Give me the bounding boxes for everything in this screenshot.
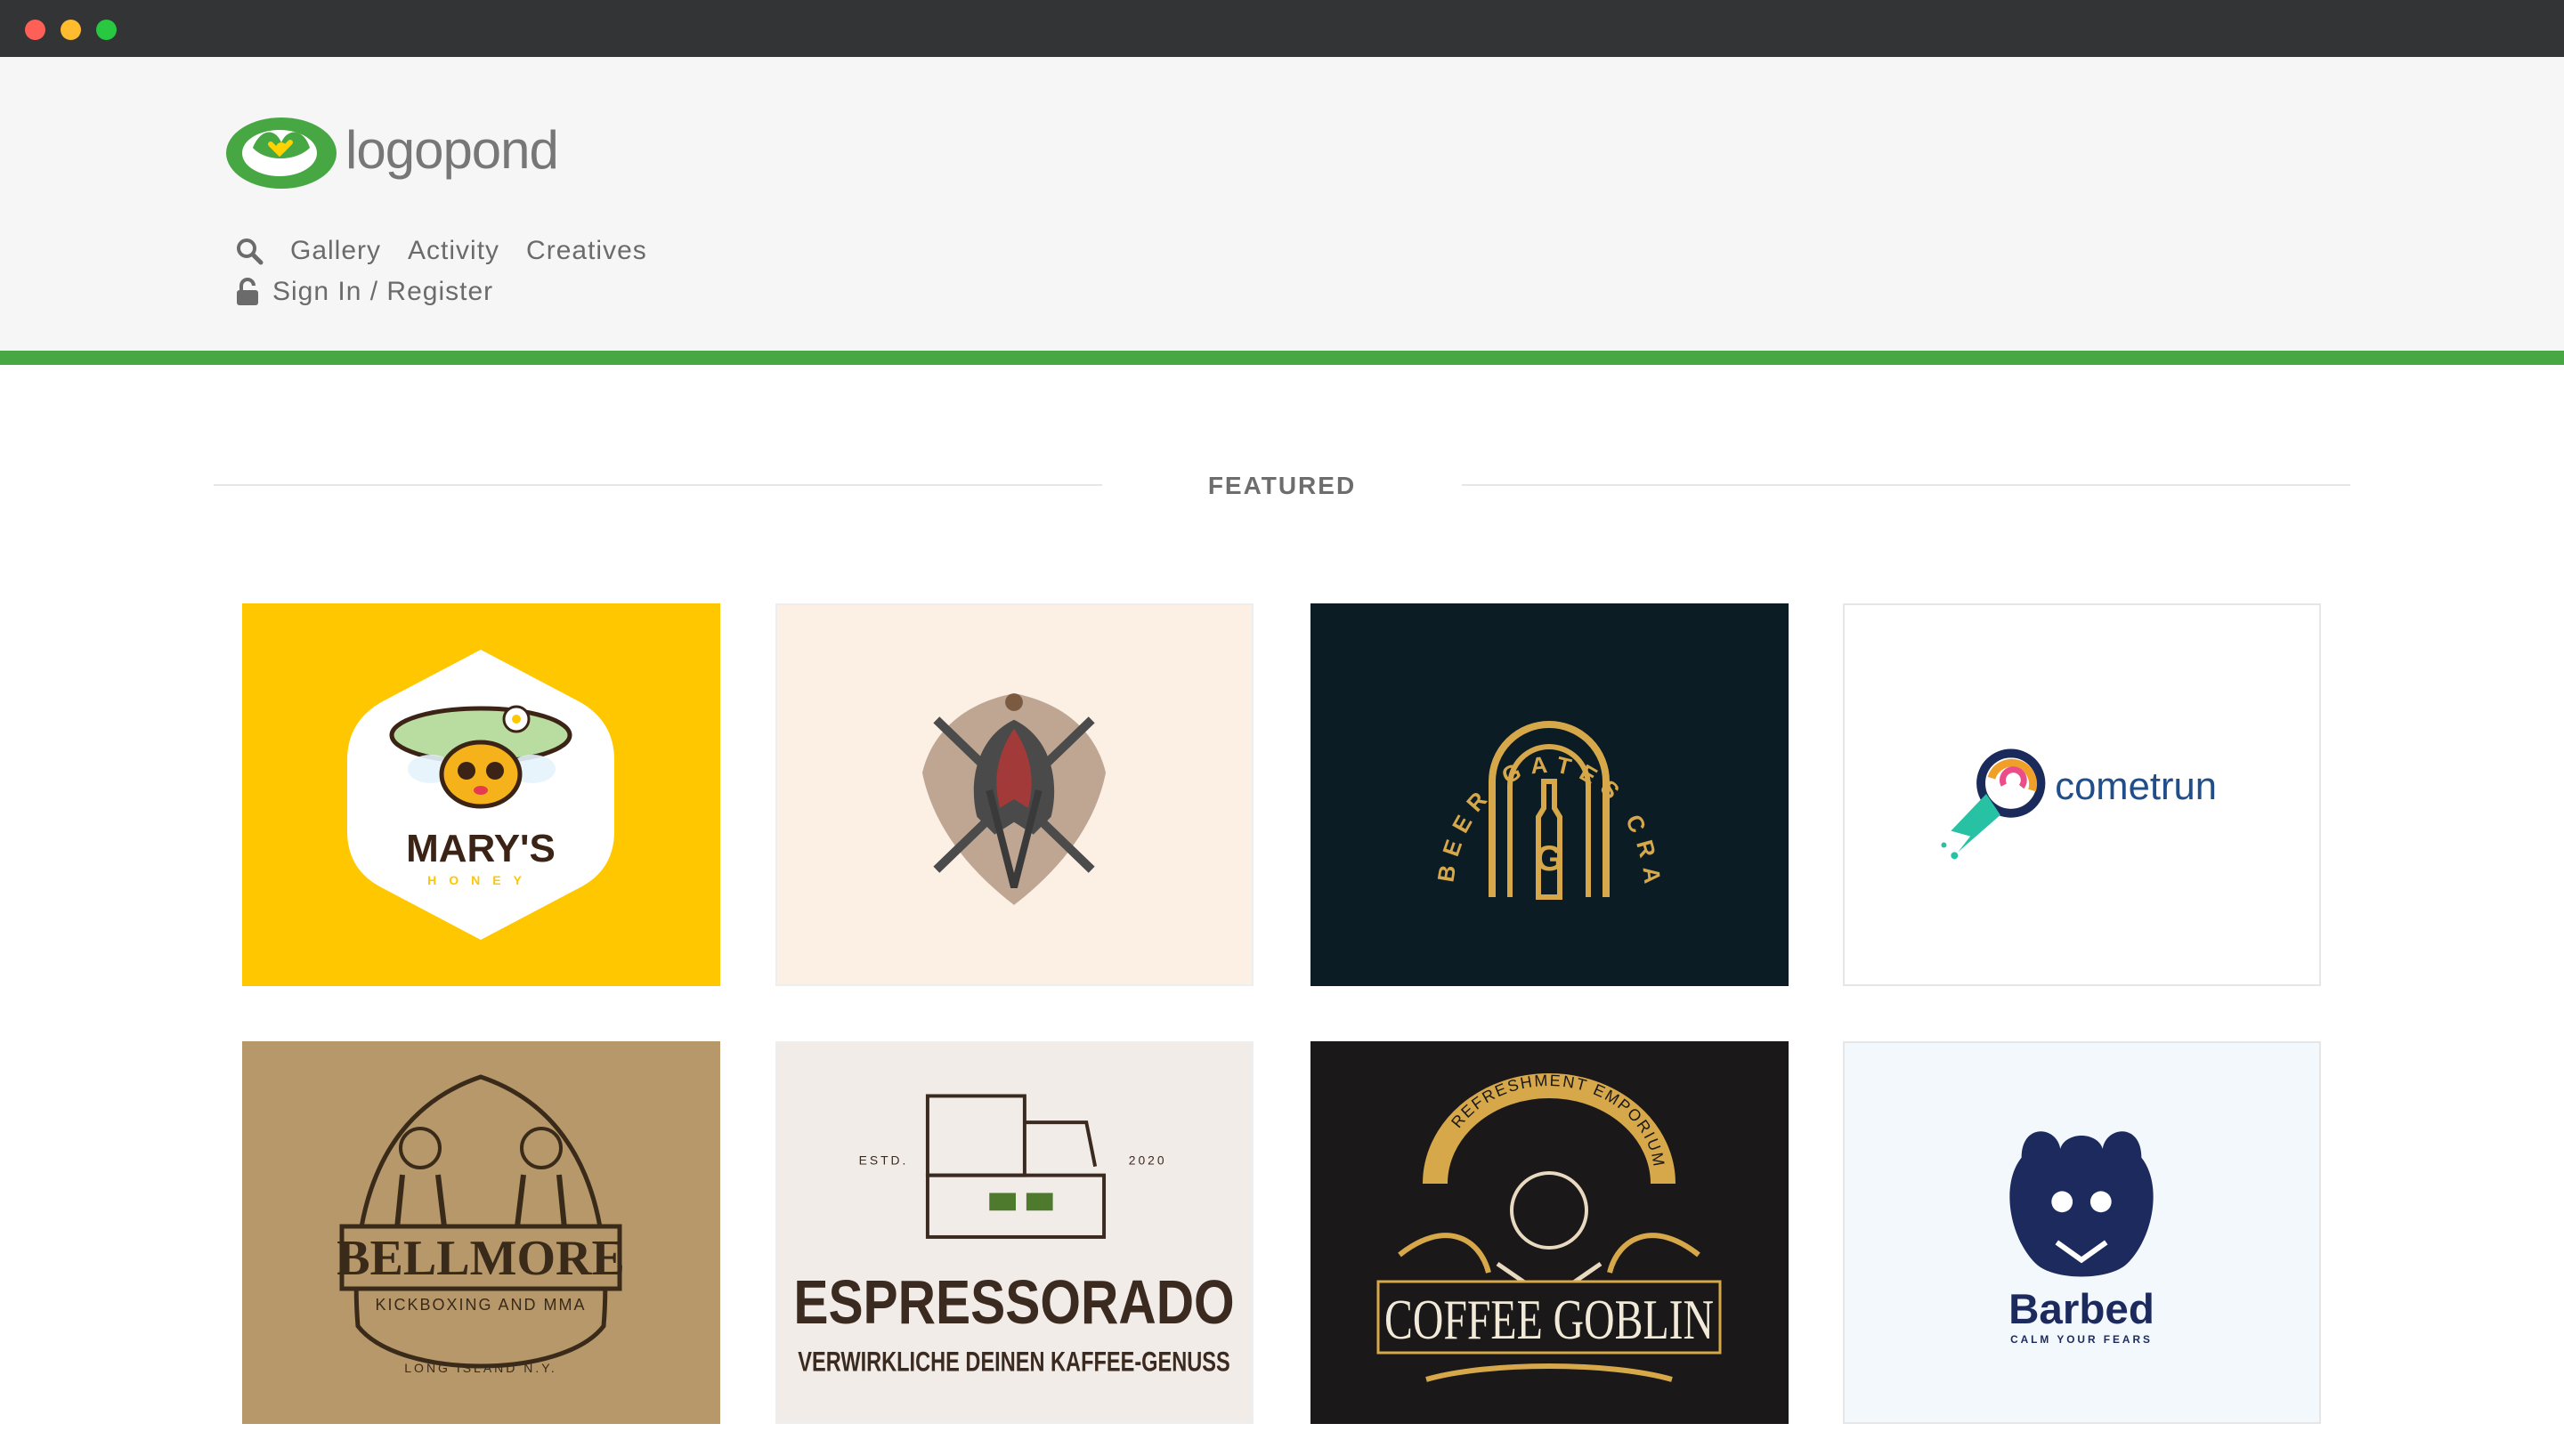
brand-wordmark[interactable]: logopond [345, 119, 559, 181]
nav-activity-link[interactable]: Activity [408, 236, 499, 266]
featured-divider-left [214, 484, 1102, 486]
card-text: G [1535, 839, 1562, 878]
logo-card-bellmore[interactable]: BELLMORE KICKBOXING AND MMA LONG ISLAND … [242, 1041, 720, 1424]
sign-in-register-link[interactable]: Sign In / Register [272, 277, 493, 307]
card-text: KICKBOXING AND MMA [375, 1296, 586, 1314]
card-text: HONEY [427, 873, 534, 887]
card-text: Barbed [2008, 1286, 2154, 1333]
maximize-window-button[interactable] [96, 20, 117, 40]
search-icon[interactable] [235, 237, 264, 265]
card-text: VERWIRKLICHE DEINEN KAFFEE-GENUSS [798, 1346, 1229, 1378]
logo-card-coffee-goblin[interactable]: REFRESHMENT EMPORIUM COFFEE GOBLIN [1310, 1041, 1789, 1424]
logo-card-barbed[interactable]: Barbed CALM YOUR FEARS [1843, 1041, 2321, 1424]
card-text: ESTD. [859, 1153, 909, 1168]
card-text: 2020 [1129, 1153, 1167, 1168]
logo-card-spartan-emblem[interactable] [775, 603, 1254, 986]
card-text: LONG ISLAND N.Y. [404, 1361, 556, 1375]
logo-card-cometrun[interactable]: cometrun [1843, 603, 2321, 986]
card-text: ESPRESSORADO [793, 1267, 1234, 1337]
main-nav: Gallery Activity Creatives [235, 233, 674, 269]
logo-card-espressorado[interactable]: ESTD. 2020 ESPRESSORADO VERWIRKLICHE DEI… [775, 1041, 1254, 1424]
card-text: CALM YOUR FEARS [2010, 1333, 2153, 1346]
logo-card-marys-honey[interactable]: MARY'S HONEY [242, 603, 720, 986]
close-window-button[interactable] [25, 20, 45, 40]
card-text: BELLMORE [337, 1231, 625, 1286]
minimize-window-button[interactable] [61, 20, 81, 40]
card-text: MARY'S [406, 827, 556, 870]
lock-icon [237, 278, 258, 305]
section-title: FEATURED [1207, 472, 1357, 499]
account-nav: Sign In / Register [235, 274, 520, 310]
card-text: COFFEE GOBLIN [1384, 1288, 1714, 1351]
logo-card-beer-gates[interactable]: BEER GATES CRAFT BAR G [1310, 603, 1789, 986]
header-accent-bar [0, 351, 2564, 365]
featured-divider-right [1462, 484, 2350, 486]
nav-creatives-link[interactable]: Creatives [526, 236, 647, 266]
card-text: cometrun [2055, 765, 2217, 808]
nav-gallery-link[interactable]: Gallery [290, 236, 381, 266]
window-titlebar [0, 0, 2564, 57]
